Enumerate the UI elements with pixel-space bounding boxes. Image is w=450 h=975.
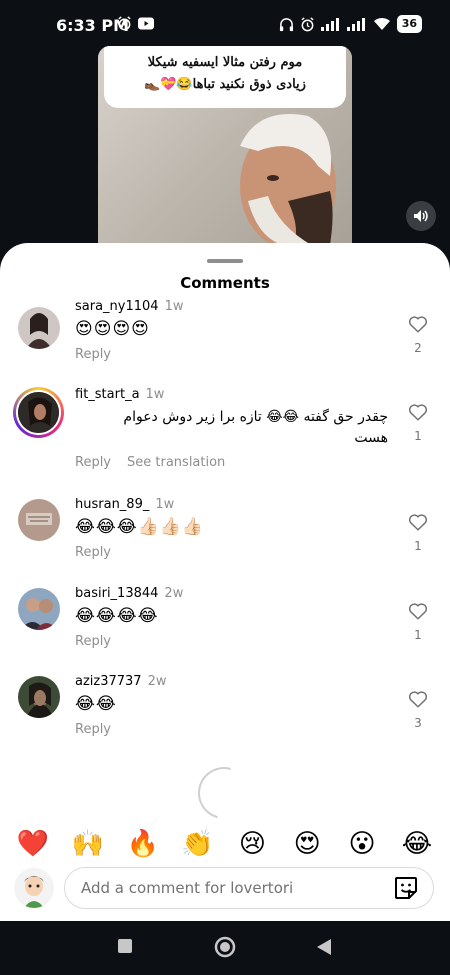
avatar[interactable]	[18, 676, 60, 718]
reply-button[interactable]: Reply	[75, 455, 111, 470]
reaction-laugh[interactable]: 😂	[400, 829, 434, 859]
comment-username[interactable]: fit_start_a	[75, 387, 140, 402]
wifi-icon	[373, 17, 390, 30]
like-count: 1	[414, 628, 422, 642]
recent-apps-icon[interactable]	[117, 938, 133, 954]
reply-button[interactable]: Reply	[75, 545, 111, 560]
heart-icon	[408, 603, 428, 620]
like-count: 3	[414, 716, 422, 730]
comment-input-wrapper	[64, 867, 434, 909]
comment-username[interactable]: husran_89_	[75, 497, 149, 512]
comment-time: 1w	[164, 299, 184, 314]
heart-icon	[408, 691, 428, 708]
comment-time: 1w	[155, 497, 175, 512]
comment-text: 😂😂	[75, 694, 117, 714]
speaker-icon	[414, 210, 428, 222]
video-person-image	[240, 114, 336, 251]
see-translation-button[interactable]: See translation	[127, 455, 225, 470]
reply-button[interactable]: Reply	[75, 634, 111, 649]
quick-reactions-bar: ❤️ 🙌 🔥 👏 😢 😍 😮 😂	[0, 829, 450, 859]
like-count: 2	[414, 341, 422, 355]
avatar[interactable]	[18, 588, 60, 630]
signal-icon	[320, 17, 339, 31]
comment-text: چقدر حق گفته 😂😂 تازه برا زیر دوش دعوام ه…	[123, 409, 388, 446]
reaction-raised-hands[interactable]: 🙌	[71, 829, 105, 859]
home-icon[interactable]	[214, 936, 236, 958]
avatar[interactable]	[13, 387, 64, 438]
reaction-cry[interactable]: 😢	[235, 829, 269, 859]
headphones-icon	[279, 17, 293, 31]
reply-button[interactable]: Reply	[75, 722, 111, 737]
reaction-fire[interactable]: 🔥	[126, 829, 160, 859]
comments-sheet: Comments sara_ny1104 1w 😍😍😍😍 Reply 2 fit_…	[0, 243, 450, 921]
reel-video[interactable]: موم رفتن مثالا ایسفیه شیکلا زیادی ذوق نک…	[98, 46, 352, 251]
comment-username[interactable]: sara_ny1104	[75, 299, 159, 314]
heart-icon	[408, 404, 428, 421]
video-caption: موم رفتن مثالا ایسفیه شیکلا زیادی ذوق نک…	[104, 46, 346, 108]
back-icon[interactable]	[316, 938, 332, 956]
youtube-icon	[138, 17, 154, 30]
comment-time: 1w	[145, 387, 165, 402]
comment-time: 2w	[147, 674, 167, 689]
battery-indicator: 36	[396, 15, 422, 33]
comment-text: 😂😂😂😂	[75, 606, 159, 626]
comment-input[interactable]	[81, 868, 381, 908]
like-button[interactable]: 2	[405, 315, 431, 355]
reaction-heart[interactable]: ❤️	[16, 829, 50, 859]
like-button[interactable]: 1	[405, 602, 431, 642]
alarm-clock-icon	[301, 16, 314, 31]
alarm-icon	[118, 16, 131, 31]
my-avatar	[14, 868, 54, 908]
comment-text: 😂😂😂👍🏻👍🏻👍🏻	[75, 517, 205, 537]
signal-icon	[346, 17, 365, 31]
reaction-heart-eyes[interactable]: 😍	[290, 829, 324, 859]
comment-text: 😍😍😍😍	[75, 319, 150, 339]
drag-handle[interactable]	[207, 259, 243, 263]
reaction-clap[interactable]: 👏	[181, 829, 215, 859]
avatar[interactable]	[18, 499, 60, 541]
like-button[interactable]: 1	[405, 513, 431, 553]
like-count: 1	[414, 429, 422, 443]
heart-icon	[408, 316, 428, 333]
system-navigation-bar	[0, 921, 450, 975]
comment-time: 2w	[164, 586, 184, 601]
like-button[interactable]: 1	[405, 403, 431, 443]
comment-composer	[0, 865, 450, 921]
sticker-icon[interactable]	[393, 875, 419, 901]
reaction-wow[interactable]: 😮	[345, 829, 379, 859]
avatar[interactable]	[18, 307, 60, 349]
comment-username[interactable]: basiri_13844	[75, 586, 158, 601]
comment-username[interactable]: aziz37737	[75, 674, 142, 689]
like-button[interactable]: 3	[405, 690, 431, 730]
reply-button[interactable]: Reply	[75, 347, 111, 362]
status-bar: 6:33 PM 36	[0, 0, 450, 46]
volume-button[interactable]	[406, 201, 436, 231]
sheet-title: Comments	[180, 274, 270, 292]
loading-spinner	[188, 757, 260, 829]
like-count: 1	[414, 539, 422, 553]
heart-icon	[408, 514, 428, 531]
